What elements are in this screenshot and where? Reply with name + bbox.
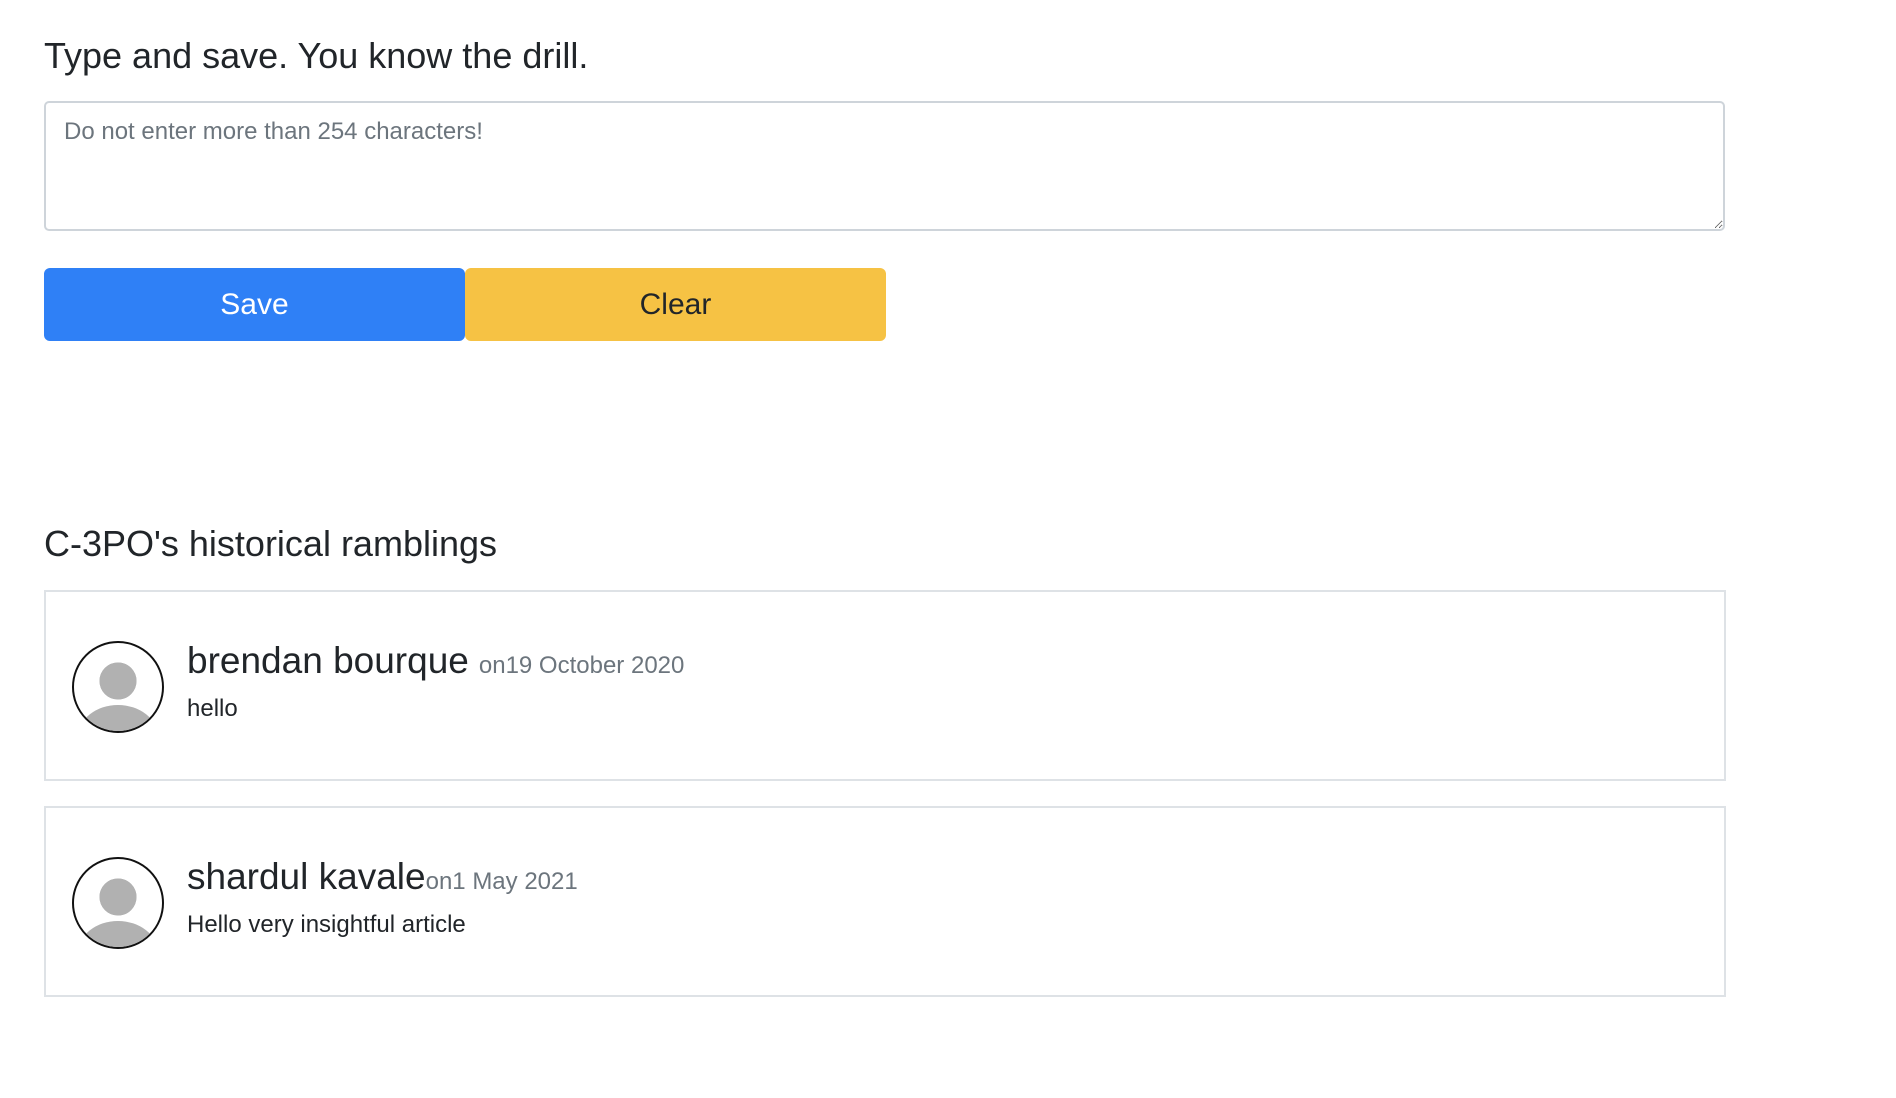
comment-text: Hello very insightful article [187, 911, 466, 938]
comment-card: brendan bourque on19 October 2020 hello [44, 590, 1726, 781]
comment-card: shardul kavaleon1 May 2021 Hello very in… [44, 806, 1726, 997]
comment-author: brendan bourque [187, 640, 469, 681]
comment-date-prefix: on [478, 652, 506, 679]
history-heading: C-3PO's historical ramblings [44, 523, 498, 564]
save-button[interactable]: Save [44, 268, 465, 341]
comment-date: 1 May 2021 [452, 868, 578, 895]
user-placeholder-icon [72, 641, 164, 733]
comment-text: hello [187, 695, 238, 722]
clear-button[interactable]: Clear [465, 268, 886, 341]
comment-date: 19 October 2020 [505, 652, 685, 679]
comment-body: brendan bourque on19 October 2020 hello [187, 638, 1704, 726]
user-placeholder-icon [72, 857, 164, 949]
comment-header: brendan bourque on19 October 2020 [187, 638, 1704, 684]
comment-textarea[interactable] [44, 101, 1725, 231]
composer-heading: Type and save. You know the drill. [44, 35, 589, 76]
comment-body: shardul kavaleon1 May 2021 Hello very in… [187, 854, 1704, 942]
comment-author: shardul kavale [187, 856, 426, 897]
comment-header: shardul kavaleon1 May 2021 [187, 854, 1704, 900]
comment-date-prefix: on [425, 868, 453, 895]
